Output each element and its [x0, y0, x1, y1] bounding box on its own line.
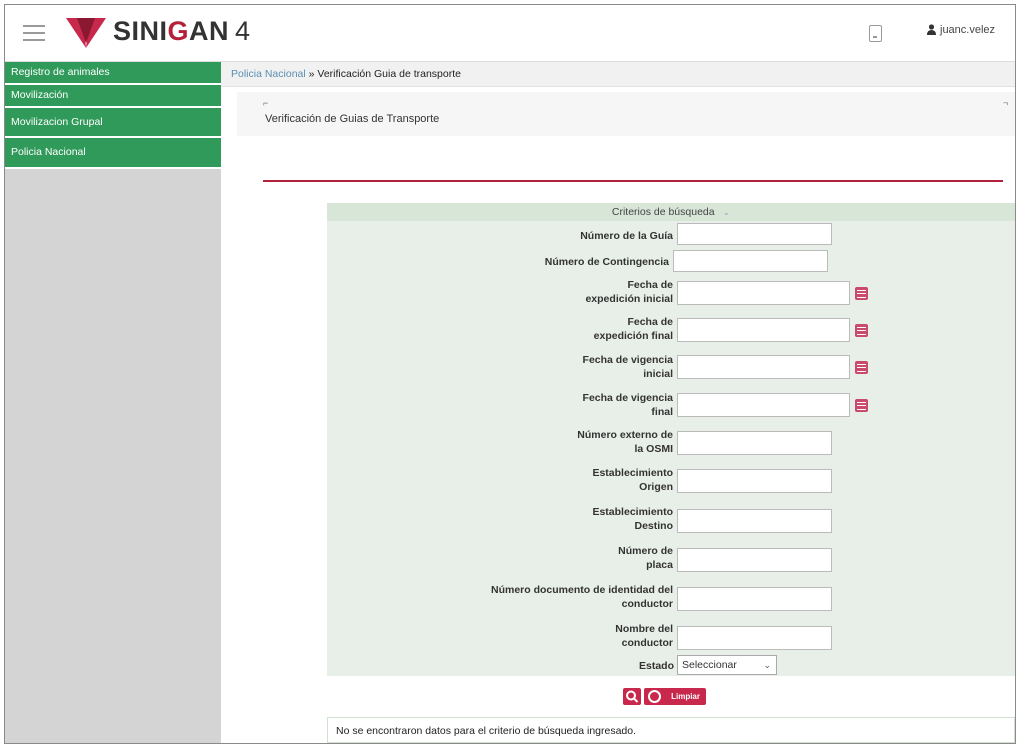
- fecha-vigencia-final-input[interactable]: [677, 393, 850, 417]
- menu-toggle-icon[interactable]: [23, 25, 45, 41]
- result-bottom-bar: [327, 743, 1015, 744]
- establecimiento-origen-label: Establecimiento Origen: [592, 467, 673, 493]
- breadcrumb-current: Verificación Guia de transporte: [317, 68, 461, 80]
- user-menu[interactable]: juanc.velez: [927, 24, 995, 36]
- numero-contingencia-label: Número de Contingencia: [544, 256, 669, 268]
- numero-guia-input[interactable]: [677, 223, 832, 245]
- sidebar-item-movilizacion[interactable]: Movilización: [5, 85, 221, 108]
- result-message: No se encontraron datos para el criterio…: [327, 717, 1015, 743]
- calendar-icon[interactable]: [855, 361, 868, 374]
- clean-button[interactable]: Limpiar: [644, 688, 706, 705]
- collapse-arrow-icon[interactable]: ⌄: [723, 207, 731, 217]
- fecha-expedicion-inicial-label: Fecha de expedición inicial: [585, 279, 673, 305]
- numero-guia-label: Número de la Guía: [580, 230, 673, 242]
- top-header: SINIGAN 4 juanc.velez: [5, 5, 1015, 62]
- numero-osmi-input[interactable]: [677, 431, 832, 455]
- sidebar-item-registro-animales[interactable]: Registro de animales: [5, 62, 221, 85]
- nombre-conductor-label: Nombre del conductor: [615, 623, 673, 649]
- user-name: juanc.velez: [940, 24, 996, 36]
- establecimiento-destino-label: Establecimiento Destino: [592, 506, 673, 532]
- calendar-icon[interactable]: [855, 287, 868, 300]
- search-button[interactable]: [623, 688, 641, 705]
- breadcrumb-parent-link[interactable]: Policia Nacional: [231, 68, 306, 80]
- search-form: Criterios de búsqueda ⌄ Número de la Guía…: [327, 203, 1015, 676]
- breadcrumb-separator: »: [305, 68, 318, 80]
- chevron-down-icon: ⌄: [763, 660, 771, 670]
- documento-conductor-label: Número documento de identidad del conduct…: [490, 584, 673, 610]
- panel-collapse-icon[interactable]: ⌐: [263, 98, 268, 108]
- calendar-icon[interactable]: [855, 324, 868, 337]
- estado-select[interactable]: Seleccionar ⌄: [677, 655, 777, 675]
- clean-icon: [648, 690, 661, 703]
- sidebar: Registro de animales Movilización Movili…: [5, 62, 221, 743]
- app-window: SINIGAN 4 juanc.velez Registro de animale…: [4, 4, 1016, 744]
- panel-title: Verificación de Guias de Transporte: [265, 113, 440, 125]
- title-divider: [263, 180, 1003, 182]
- establecimiento-destino-input[interactable]: [677, 509, 832, 533]
- documento-conductor-input[interactable]: [677, 587, 832, 611]
- sidebar-item-policia-nacional[interactable]: Policia Nacional: [5, 138, 221, 169]
- breadcrumb: Policia Nacional » Verificación Guia de …: [221, 62, 1015, 87]
- numero-contingencia-input[interactable]: [673, 250, 828, 272]
- fecha-expedicion-inicial-input[interactable]: [677, 281, 850, 305]
- estado-label: Estado: [638, 660, 674, 672]
- fecha-expedicion-final-label: Fecha de expedición final: [593, 316, 673, 342]
- panel-header: ⌐ ¬ Verificación de Guias de Transporte: [237, 92, 1015, 136]
- main-content: Policia Nacional » Verificación Guia de …: [221, 62, 1015, 743]
- user-icon: [927, 24, 936, 35]
- numero-placa-input[interactable]: [677, 548, 832, 572]
- calendar-icon[interactable]: [855, 399, 868, 412]
- nombre-conductor-input[interactable]: [677, 626, 832, 650]
- fecha-vigencia-inicial-label: Fecha de vigencia inicial: [582, 354, 673, 380]
- search-icon: [626, 690, 639, 703]
- establecimiento-origen-input[interactable]: [677, 469, 832, 493]
- numero-osmi-label: Número externo de la OSMI: [577, 429, 673, 455]
- fecha-vigencia-final-label: Fecha de vigencia final: [582, 392, 673, 418]
- sinigan-logo-icon: [66, 18, 106, 48]
- mobile-device-icon[interactable]: [869, 25, 882, 42]
- sidebar-item-movilizacion-grupal[interactable]: Movilizacion Grupal: [5, 108, 221, 138]
- panel-expand-icon[interactable]: ¬: [1003, 98, 1008, 108]
- numero-placa-label: Número de placa: [618, 545, 673, 571]
- fecha-vigencia-inicial-input[interactable]: [677, 355, 850, 379]
- app-logo-text: SINIGAN 4: [113, 16, 251, 46]
- fecha-expedicion-final-input[interactable]: [677, 318, 850, 342]
- search-form-title: Criterios de búsqueda ⌄: [327, 203, 1015, 221]
